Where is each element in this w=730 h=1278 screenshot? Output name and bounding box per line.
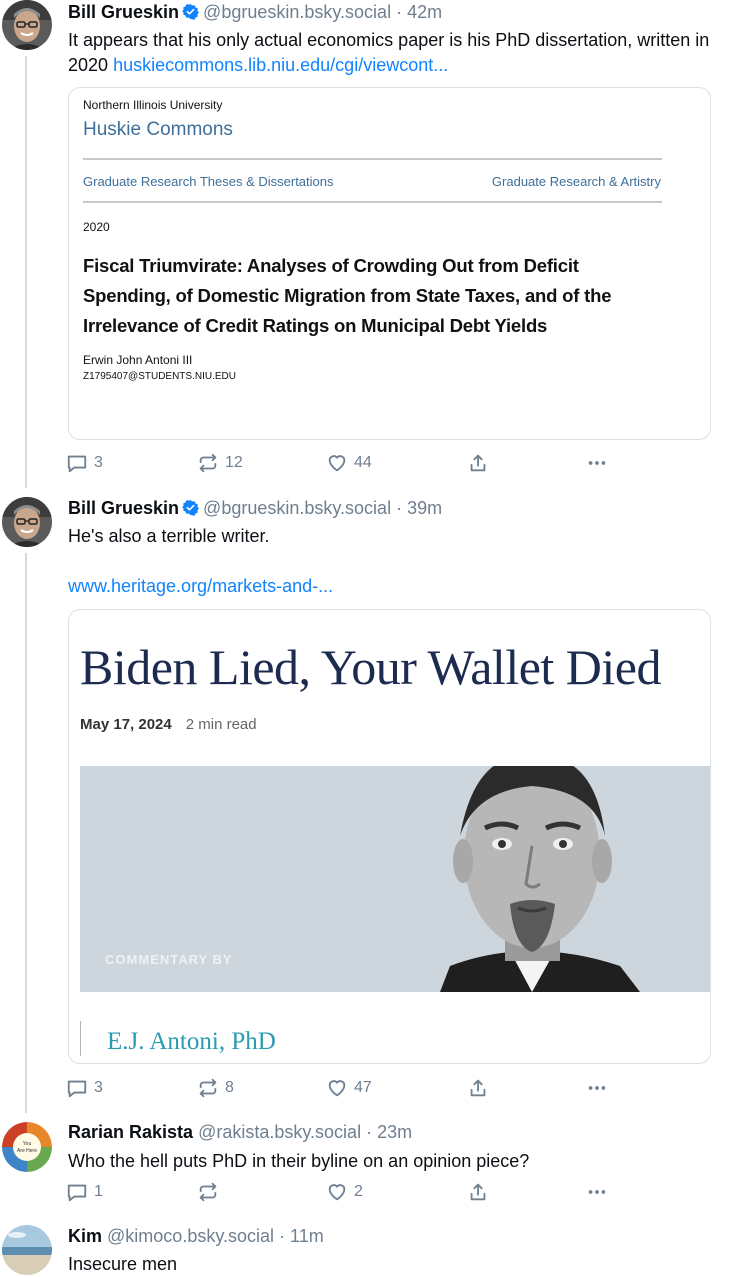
reply-count: 3 xyxy=(94,1079,103,1096)
like-count: 47 xyxy=(354,1079,372,1096)
author-name[interactable]: Bill Grueskin xyxy=(68,498,179,518)
post-header: Bill Grueskin @bgrueskin.bsky.social · 42… xyxy=(68,0,442,26)
link-card[interactable]: Biden Lied, Your Wallet Died May 17, 202… xyxy=(68,609,711,1064)
author-handle[interactable]: @rakista.bsky.social xyxy=(198,1122,361,1142)
reply-button[interactable]: 1 xyxy=(66,1181,103,1203)
repost-button[interactable]: 12 xyxy=(197,452,243,474)
avatar[interactable] xyxy=(2,1225,52,1275)
article-headline: Biden Lied, Your Wallet Died xyxy=(80,639,662,695)
article-meta: May 17, 2024 2 min read xyxy=(80,716,257,733)
repost-count: 12 xyxy=(225,454,243,471)
more-icon xyxy=(588,461,606,465)
author-photo: COMMENTARY BY xyxy=(80,766,710,992)
like-count: 2 xyxy=(354,1183,363,1200)
reply-button[interactable]: 3 xyxy=(66,1077,103,1099)
author-name[interactable]: Bill Grueskin xyxy=(68,2,179,22)
more-button[interactable] xyxy=(586,1181,608,1203)
paper-author-email: Z1795407@STUDENTS.NIU.EDU xyxy=(83,371,236,382)
repost-count: 8 xyxy=(225,1079,234,1096)
share-button[interactable] xyxy=(467,1077,489,1099)
comment-icon xyxy=(67,455,87,473)
share-icon xyxy=(470,1183,486,1201)
repost-button[interactable] xyxy=(197,1181,225,1203)
author-handle[interactable]: @bgrueskin.bsky.social xyxy=(203,2,391,22)
more-icon xyxy=(588,1086,606,1090)
post-time[interactable]: 42m xyxy=(407,2,442,22)
post-time[interactable]: 23m xyxy=(377,1122,412,1142)
post-time[interactable]: 11m xyxy=(290,1226,324,1246)
reply-count: 3 xyxy=(94,454,103,471)
read-time: 2 min read xyxy=(185,716,257,733)
reply-count: 1 xyxy=(94,1183,103,1200)
like-count: 44 xyxy=(354,454,372,471)
post-body: Insecure men xyxy=(68,1254,178,1274)
reply-button[interactable]: 3 xyxy=(66,452,103,474)
commentary-label: COMMENTARY BY xyxy=(105,952,233,967)
avatar[interactable] xyxy=(2,0,52,50)
more-button[interactable] xyxy=(586,1077,608,1099)
post-actions: 3 12 44 xyxy=(66,452,626,476)
institution-name: Northern Illinois University xyxy=(83,98,223,112)
post-text: It appears that his only actual economic… xyxy=(68,28,718,78)
comment-icon xyxy=(67,1184,87,1202)
article-byline: E.J. Antoni, PhD xyxy=(107,1028,276,1055)
divider xyxy=(83,158,662,160)
post-actions: 3 8 47 xyxy=(66,1077,626,1101)
avatar[interactable] xyxy=(2,497,52,547)
repository-name: Huskie Commons xyxy=(83,119,233,140)
paper-author: Erwin John Antoni III xyxy=(83,353,193,367)
thread-line xyxy=(25,553,27,1113)
share-button[interactable] xyxy=(467,452,489,474)
author-name[interactable]: Rarian Rakista xyxy=(68,1122,193,1142)
post-header: Kim @kimoco.bsky.social · 11m xyxy=(68,1224,324,1248)
post-header: Rarian Rakista @rakista.bsky.social · 23… xyxy=(68,1120,412,1144)
verified-icon xyxy=(182,498,199,522)
verified-icon xyxy=(182,2,199,26)
post-actions: 1 2 xyxy=(66,1181,626,1205)
publication-year: 2020 xyxy=(83,220,110,234)
paper-title: Fiscal Triumvirate: Analyses of Crowding… xyxy=(83,255,612,336)
divider xyxy=(80,1021,81,1056)
post-link[interactable]: www.heritage.org/markets-and-... xyxy=(68,574,718,599)
avatar-text: Are Here xyxy=(17,1148,37,1154)
author-handle[interactable]: @kimoco.bsky.social xyxy=(107,1226,274,1246)
separator: · xyxy=(396,2,403,22)
post-time[interactable]: 39m xyxy=(407,498,442,518)
comment-icon xyxy=(67,1080,87,1098)
divider xyxy=(83,201,662,203)
separator: · xyxy=(366,1122,373,1142)
heart-icon xyxy=(328,455,346,472)
article-date: May 17, 2024 xyxy=(80,716,172,733)
post-header: Bill Grueskin @bgrueskin.bsky.social · 39… xyxy=(68,496,442,522)
avatar-text: You xyxy=(23,1141,32,1147)
repost-button[interactable]: 8 xyxy=(197,1077,234,1099)
breadcrumb-left: Graduate Research Theses & Dissertations xyxy=(83,174,334,189)
post-link[interactable]: huskiecommons.lib.niu.edu/cgi/viewcont..… xyxy=(113,55,448,75)
share-icon xyxy=(470,1079,486,1097)
link-card[interactable]: Northern Illinois University Huskie Comm… xyxy=(68,87,711,440)
repost-icon xyxy=(199,1182,217,1202)
author-name[interactable]: Kim xyxy=(68,1226,102,1246)
like-button[interactable]: 47 xyxy=(326,1077,372,1099)
share-icon xyxy=(470,454,486,472)
more-icon xyxy=(588,1190,606,1194)
repost-icon xyxy=(199,453,217,473)
heart-icon xyxy=(328,1080,346,1097)
breadcrumb-right: Graduate Research & Artistry xyxy=(491,174,661,189)
heart-icon xyxy=(328,1184,346,1201)
more-button[interactable] xyxy=(586,452,608,474)
share-button[interactable] xyxy=(467,1181,489,1203)
post-body: Who the hell puts PhD in their byline on… xyxy=(68,1151,530,1171)
separator: · xyxy=(396,498,403,518)
author-handle[interactable]: @bgrueskin.bsky.social xyxy=(203,498,391,518)
repost-icon xyxy=(199,1078,217,1098)
like-button[interactable]: 44 xyxy=(326,452,372,474)
separator: · xyxy=(279,1226,286,1246)
post-body: He's also a terrible writer. xyxy=(68,526,270,546)
thread-line xyxy=(25,56,27,488)
like-button[interactable]: 2 xyxy=(326,1181,363,1203)
avatar[interactable]: You Are Here xyxy=(2,1122,52,1172)
